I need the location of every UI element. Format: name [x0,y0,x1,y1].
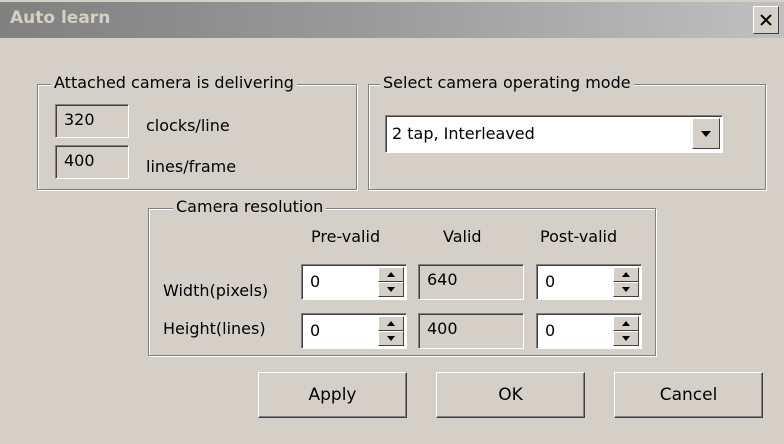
width-post-valid-spinner[interactable]: 0 [536,264,642,300]
camera-delivering-title: Attached camera is delivering [51,73,297,93]
operating-mode-select[interactable]: 2 tap, Interleaved [385,115,723,153]
camera-resolution-title: Camera resolution [173,197,327,217]
height-pre-valid-value: 0 [310,321,321,340]
height-pre-valid-spinner[interactable]: 0 [301,313,407,349]
spin-down-button[interactable] [378,331,404,346]
height-row-label: Height(lines) [163,319,266,338]
close-button[interactable] [753,6,779,34]
lines-per-frame-label: lines/frame [146,157,237,176]
height-post-valid-value: 0 [545,321,556,340]
width-pre-valid-spinner[interactable]: 0 [301,264,407,300]
ok-button[interactable]: OK [436,372,585,418]
title-bar[interactable]: Auto learn [0,2,784,38]
spin-down-icon [387,287,395,292]
height-valid-value: 400 [418,313,524,349]
spin-down-button[interactable] [613,282,639,297]
window-title: Auto learn [10,8,111,28]
dropdown-button[interactable] [692,118,720,149]
valid-header: Valid [443,227,482,246]
spin-down-button[interactable] [613,331,639,346]
spin-up-icon [387,272,395,277]
close-icon [760,14,772,26]
width-row-label: Width(pixels) [163,281,269,300]
spin-up-button[interactable] [378,316,404,331]
height-post-valid-spinner[interactable]: 0 [536,313,642,349]
chevron-down-icon [701,130,711,137]
clocks-per-line-label: clocks/line [146,116,230,135]
clocks-per-line-value: 320 [55,104,129,138]
spin-up-icon [622,272,630,277]
spin-down-icon [622,336,630,341]
pre-valid-header: Pre-valid [311,227,381,246]
post-valid-header: Post-valid [540,227,618,246]
width-valid-value: 640 [418,264,524,300]
lines-per-frame-value: 400 [55,145,129,179]
spin-down-icon [387,336,395,341]
width-pre-valid-value: 0 [310,272,321,291]
width-post-valid-value: 0 [545,272,556,291]
spin-up-button[interactable] [613,316,639,331]
spin-up-button[interactable] [613,267,639,282]
operating-mode-selected: 2 tap, Interleaved [392,124,535,143]
spin-down-icon [622,287,630,292]
operating-mode-title: Select camera operating mode [380,73,634,93]
auto-learn-dialog: Auto learn Attached camera is delivering… [0,0,784,444]
spin-up-icon [387,321,395,326]
spin-up-button[interactable] [378,267,404,282]
spin-down-button[interactable] [378,282,404,297]
spin-up-icon [622,321,630,326]
cancel-button[interactable]: Cancel [614,372,763,418]
apply-button[interactable]: Apply [258,372,407,418]
